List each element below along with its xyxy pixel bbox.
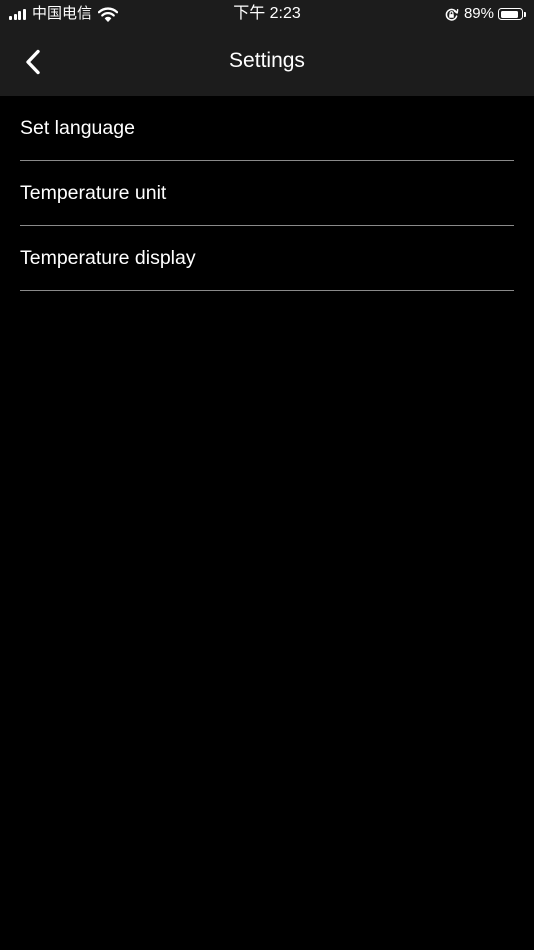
settings-item-set-language[interactable]: Set language	[20, 96, 514, 161]
settings-list: Set language Temperature unit Temperatur…	[20, 96, 514, 291]
battery-percent: 89%	[463, 5, 494, 22]
back-button[interactable]	[14, 43, 52, 81]
battery-cap	[524, 11, 526, 17]
page-title: Settings	[229, 49, 305, 72]
settings-item-temperature-display[interactable]: Temperature display	[20, 226, 514, 291]
status-bar: 中国电信 下午 2:23 89%	[0, 0, 534, 28]
navigation-bar: Settings	[0, 28, 534, 96]
chevron-left-icon	[26, 49, 40, 75]
battery-icon	[498, 8, 523, 20]
battery-level-fill	[500, 10, 518, 18]
settings-item-label: Temperature display	[20, 246, 196, 269]
settings-item-temperature-unit[interactable]: Temperature unit	[20, 161, 514, 226]
settings-item-label: Set language	[20, 116, 135, 139]
settings-item-label: Temperature unit	[20, 181, 167, 204]
orientation-lock-icon	[445, 8, 459, 21]
status-right: 89%	[444, 0, 526, 28]
